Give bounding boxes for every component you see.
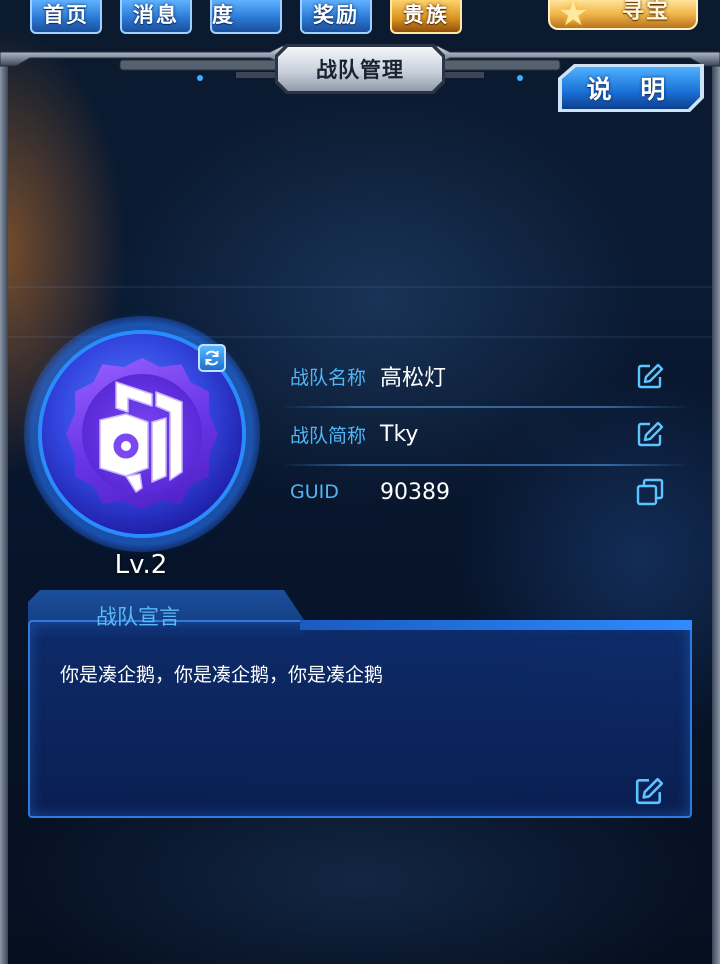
declaration-title: 战队宣言 [96, 605, 180, 629]
team-level: Lv.2 [114, 550, 168, 580]
nav-rewards-label: 奖励 [313, 3, 359, 27]
nav-messages-label: 消息 [133, 3, 179, 27]
bg-stripe [0, 286, 720, 288]
refresh-emblem-button[interactable] [198, 344, 226, 372]
nav-home-button[interactable]: 首页 [30, 0, 102, 34]
treasure-label: 寻宝 [621, 0, 670, 24]
team-name-value: 高松灯 [380, 366, 447, 391]
nav-home-label: 首页 [43, 3, 89, 27]
guid-value: 90389 [380, 479, 450, 505]
frame-right [712, 58, 720, 964]
guid-label: GUID [290, 481, 339, 503]
team-short-label: 战队简称 [290, 424, 367, 447]
team-name-label: 战队名称 [290, 366, 367, 389]
team-short-value: Tky [380, 421, 419, 447]
copy-icon [636, 478, 664, 506]
team-logo-icon [99, 381, 183, 493]
declaration-text: 你是凑企鹅，你是凑企鹅，你是凑企鹅 [60, 664, 384, 686]
team-name-row: 战队名称 高松灯 [280, 348, 680, 404]
edit-name-button[interactable] [634, 360, 666, 392]
star-icon: ★ [558, 0, 591, 34]
page-title: 战队管理 [278, 47, 442, 91]
team-short-row: 战队简称 Tky [280, 406, 680, 462]
edit-short-button[interactable] [634, 418, 666, 450]
edit-icon [637, 363, 664, 389]
nav-rewards-button[interactable]: 奖励 [300, 0, 372, 34]
copy-guid-button[interactable] [634, 476, 666, 508]
page-title-text: 战队管理 [316, 58, 404, 82]
guid-row: GUID 90389 [280, 464, 680, 520]
edit-icon [637, 421, 664, 447]
nav-activity-label: 活跃度 [212, 3, 235, 27]
help-button[interactable]: 说 明 [562, 67, 700, 109]
edit-icon [635, 777, 664, 805]
declaration-panel [28, 620, 692, 818]
treasure-button[interactable]: ★ 寻宝 [548, 0, 698, 34]
declaration-top-bar [300, 620, 692, 630]
help-button-label: 说 明 [586, 75, 676, 104]
top-nav: 首页 消息 活跃度 奖励 贵族 ★ 寻宝 [0, 0, 720, 40]
frame-left [0, 58, 8, 964]
nav-noble-label: 贵族 [403, 3, 449, 27]
refresh-icon [205, 350, 219, 366]
edit-declaration-button[interactable] [634, 776, 666, 808]
nav-activity-button[interactable]: 活跃度 [210, 0, 282, 34]
nav-messages-button[interactable]: 消息 [120, 0, 192, 34]
nav-noble-button[interactable]: 贵族 [390, 0, 462, 34]
